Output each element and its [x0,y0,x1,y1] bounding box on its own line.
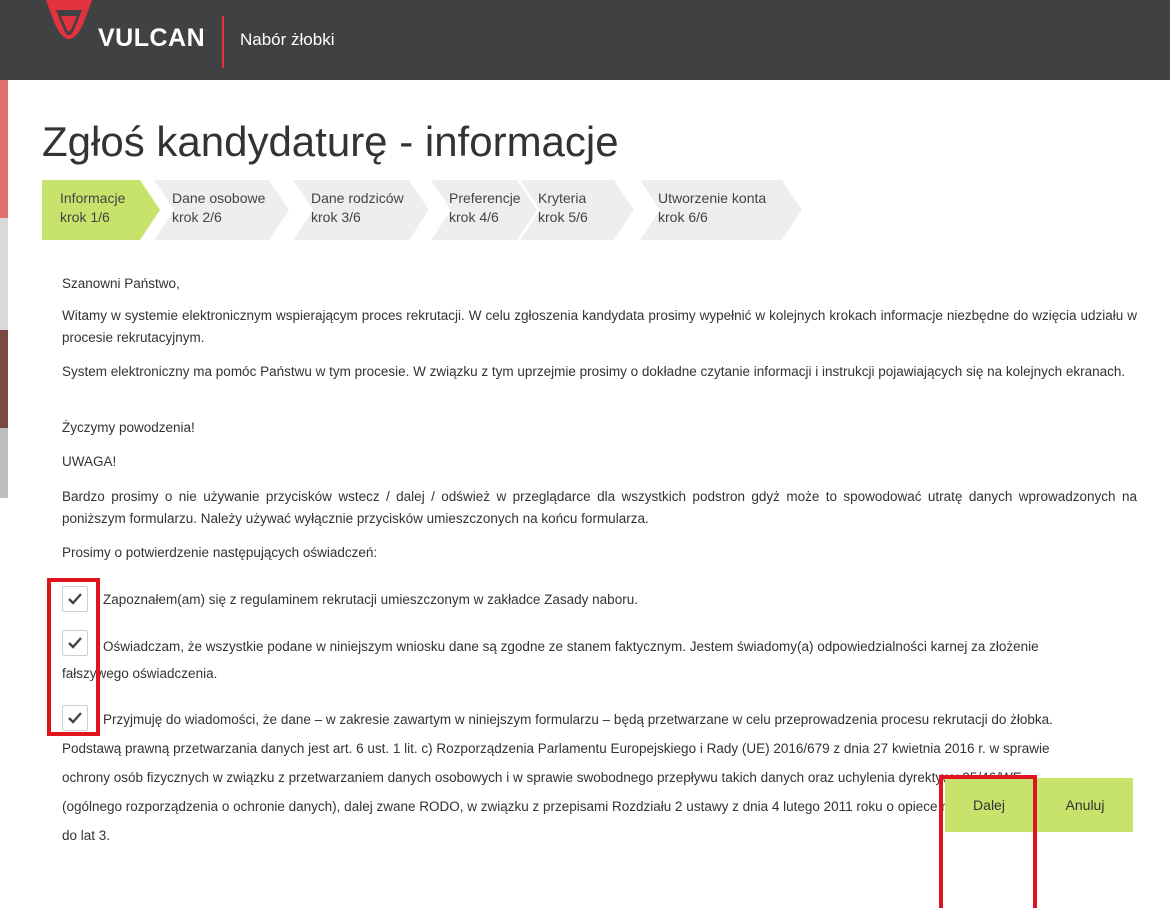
brand-name: VULCAN [98,24,206,52]
step-label: Dane rodziców [311,190,404,206]
step-number: krok 6/6 [658,209,708,225]
page-title: Zgłoś kandydaturę - informacje [42,118,619,165]
left-edge-strip [0,80,8,498]
declaration-text-2: Oświadczam, że wszystkie podane w niniej… [62,639,1039,681]
step-number: krok 4/6 [449,209,499,225]
step-label: Preferencje [449,190,521,206]
wish-text: Życzymy powodzenia! [62,420,195,435]
step-number: krok 5/6 [538,209,588,225]
cancel-button[interactable]: Anuluj [1037,778,1133,832]
step-informacje[interactable]: Informacje krok 1/6 [42,180,160,240]
vulcan-logo-icon [46,0,92,39]
app-title: Nabór żłobki [240,30,335,49]
step-label: Informacje [60,190,126,206]
step-number: krok 1/6 [60,209,110,225]
warning-title: UWAGA! [62,454,117,469]
step-number: krok 2/6 [172,209,222,225]
step-utworzenie-konta[interactable]: Utworzenie konta krok 6/6 [640,180,802,240]
step-label: Kryteria [538,190,587,206]
step-dane-osobowe[interactable]: Dane osobowe krok 2/6 [154,180,289,240]
step-label: Utworzenie konta [658,190,767,206]
top-bar: VULCAN Nabór żłobki [0,0,1170,80]
step-preferencje[interactable]: Preferencje krok 4/6 [431,180,537,240]
header-divider [222,16,224,68]
declaration-checkbox-1[interactable] [62,586,88,612]
step-kryteria[interactable]: Kryteria krok 5/6 [520,180,634,240]
declaration-text-1: Zapoznałem(am) się z regulaminem rekruta… [103,592,638,607]
checkmark-icon [68,593,82,605]
step-dane-rodzicow[interactable]: Dane rodziców krok 3/6 [293,180,429,240]
confirm-prompt: Prosimy o potwierdzenie następujących oś… [62,545,378,560]
step-number: krok 3/6 [311,209,361,225]
next-button[interactable]: Dalej [945,778,1033,832]
warning-text: Bardzo prosimy o nie używanie przycisków… [62,489,1137,526]
vulcan-logo[interactable]: VULCAN [44,0,234,80]
greeting: Szanowni Państwo, [62,276,180,291]
step-label: Dane osobowe [172,190,266,206]
info-paragraph: System elektroniczny ma pomóc Państwu w … [62,364,1126,379]
declaration-text-3: Przyjmuję do wiadomości, że dane – w zak… [62,712,1066,843]
intro-paragraph: Witamy w systemie elektronicznym wspiera… [62,308,1137,345]
